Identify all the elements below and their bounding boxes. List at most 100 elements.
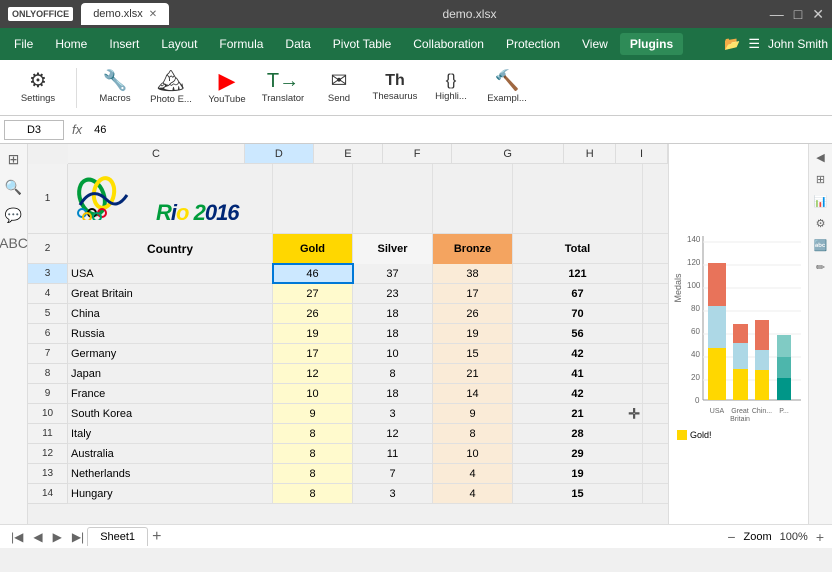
minimize-button[interactable]: — [770,6,784,22]
cell-total-germany[interactable]: 42 [513,344,643,363]
cell-silver-france[interactable]: 18 [353,384,433,403]
cell-total-france[interactable]: 42 [513,384,643,403]
example-button[interactable]: 🔨 Exampl... [481,65,533,111]
send-button[interactable]: ✉ Send [313,65,365,111]
cell-total-hungary[interactable]: 15 [513,484,643,503]
cell-bronze-russia[interactable]: 19 [433,324,513,343]
cell-gold-australia[interactable]: 8 [273,444,353,463]
cell-1-e[interactable] [353,164,433,234]
cell-country-russia[interactable]: Russia [68,324,273,343]
zoom-in-button[interactable]: + [816,529,824,545]
cell-gold-hungary[interactable]: 8 [273,484,353,503]
cell-bronze-gb[interactable]: 17 [433,284,513,303]
cell-country-hungary[interactable]: Hungary [68,484,273,503]
photo-editor-button[interactable]: 🏔 Photo E... [145,65,197,111]
menu-view[interactable]: View [572,33,618,55]
cell-gold-germany[interactable]: 17 [273,344,353,363]
close-window-button[interactable]: ✕ [812,6,824,23]
cell-silver-germany[interactable]: 10 [353,344,433,363]
col-header-g[interactable]: G [452,144,564,163]
sidebar-search-icon[interactable]: 🔍 [3,176,25,198]
macros-button[interactable]: 🔧 Macros [89,65,141,111]
cell-reference-input[interactable] [4,120,64,140]
cell-silver-russia[interactable]: 18 [353,324,433,343]
cell-country-italy[interactable]: Italy [68,424,273,443]
cell-silver-skorea[interactable]: 3 [353,404,433,423]
menu-collaboration[interactable]: Collaboration [403,33,494,55]
cell-1-f[interactable] [433,164,513,234]
cell-gold-gb[interactable]: 27 [273,284,353,303]
cell-silver-usa[interactable]: 37 [353,264,433,283]
menu-layout[interactable]: Layout [151,33,207,55]
cell-bronze-skorea[interactable]: 9 [433,404,513,423]
cell-total-italy[interactable]: 28 [513,424,643,443]
cell-bronze-header[interactable]: Bronze [433,234,513,264]
menu-data[interactable]: Data [275,33,320,55]
cell-gold-header[interactable]: Gold [273,234,353,264]
cell-gold-russia[interactable]: 19 [273,324,353,343]
cell-gold-france[interactable]: 10 [273,384,353,403]
menu-icon[interactable]: ☰ [748,36,760,52]
cell-country-germany[interactable]: Germany [68,344,273,363]
menu-file[interactable]: File [4,33,43,55]
youtube-button[interactable]: ▶ YouTube [201,65,253,111]
nav-prev-button[interactable]: ◀ [30,530,45,544]
cell-total-china[interactable]: 70 [513,304,643,323]
cell-silver-netherlands[interactable]: 7 [353,464,433,483]
cell-bronze-france[interactable]: 14 [433,384,513,403]
cell-total-netherlands[interactable]: 19 [513,464,643,483]
cell-bronze-australia[interactable]: 10 [433,444,513,463]
cell-total-japan[interactable]: 41 [513,364,643,383]
cell-country-header[interactable]: Country [68,234,273,264]
cell-silver-header[interactable]: Silver [353,234,433,264]
cell-country-netherlands[interactable]: Netherlands [68,464,273,483]
cell-bronze-china[interactable]: 26 [433,304,513,323]
cell-gold-japan[interactable]: 12 [273,364,353,383]
cell-silver-japan[interactable]: 8 [353,364,433,383]
cell-silver-china[interactable]: 18 [353,304,433,323]
close-tab-button[interactable]: ✕ [149,9,157,20]
translator-button[interactable]: T→ Translator [257,65,309,111]
menu-insert[interactable]: Insert [99,33,149,55]
cell-total-russia[interactable]: 56 [513,324,643,343]
nav-last-button[interactable]: ▶| [69,530,87,544]
sheet-tab-1[interactable]: Sheet1 [87,527,148,546]
open-file-icon[interactable]: 📂 [724,36,740,52]
menu-protection[interactable]: Protection [496,33,570,55]
cell-gold-italy[interactable]: 8 [273,424,353,443]
cell-bronze-netherlands[interactable]: 4 [433,464,513,483]
cell-country-china[interactable]: China [68,304,273,323]
settings-button[interactable]: ⚙ Settings [12,65,64,111]
cell-country-skorea[interactable]: South Korea [68,404,273,423]
cell-bronze-japan[interactable]: 21 [433,364,513,383]
cell-country-usa[interactable]: USA [68,264,273,283]
col-header-h[interactable]: H [564,144,616,163]
menu-home[interactable]: Home [45,33,97,55]
cell-gold-usa[interactable]: 46 [273,264,353,283]
cell-bronze-germany[interactable]: 15 [433,344,513,363]
cell-country-france[interactable]: France [68,384,273,403]
sidebar-spellcheck-icon[interactable]: ABC [3,232,25,254]
cell-total-gb[interactable]: 67 [513,284,643,303]
document-tab[interactable]: demo.xlsx ✕ [81,3,169,25]
right-icon-2[interactable]: ⊞ [812,170,830,188]
cell-1-d[interactable] [273,164,353,234]
col-header-c[interactable]: C [68,144,245,163]
cell-total-australia[interactable]: 29 [513,444,643,463]
add-sheet-button[interactable]: + [148,528,165,546]
right-icon-5[interactable]: 🔤 [812,236,830,254]
col-header-i[interactable]: I [616,144,668,163]
sidebar-home-icon[interactable]: ⊞ [3,148,25,170]
cell-silver-australia[interactable]: 11 [353,444,433,463]
cell-bronze-usa[interactable]: 38 [433,264,513,283]
right-icon-6[interactable]: ✏ [812,258,830,276]
sidebar-comment-icon[interactable]: 💬 [3,204,25,226]
right-icon-3[interactable]: 📊 [812,192,830,210]
formula-input[interactable] [90,120,828,140]
zoom-out-button[interactable]: − [727,529,735,545]
nav-next-button[interactable]: ▶ [50,530,65,544]
maximize-button[interactable]: □ [794,6,802,22]
right-icon-1[interactable]: ◀ [812,148,830,166]
cell-country-gb[interactable]: Great Britain [68,284,273,303]
nav-first-button[interactable]: |◀ [8,530,26,544]
